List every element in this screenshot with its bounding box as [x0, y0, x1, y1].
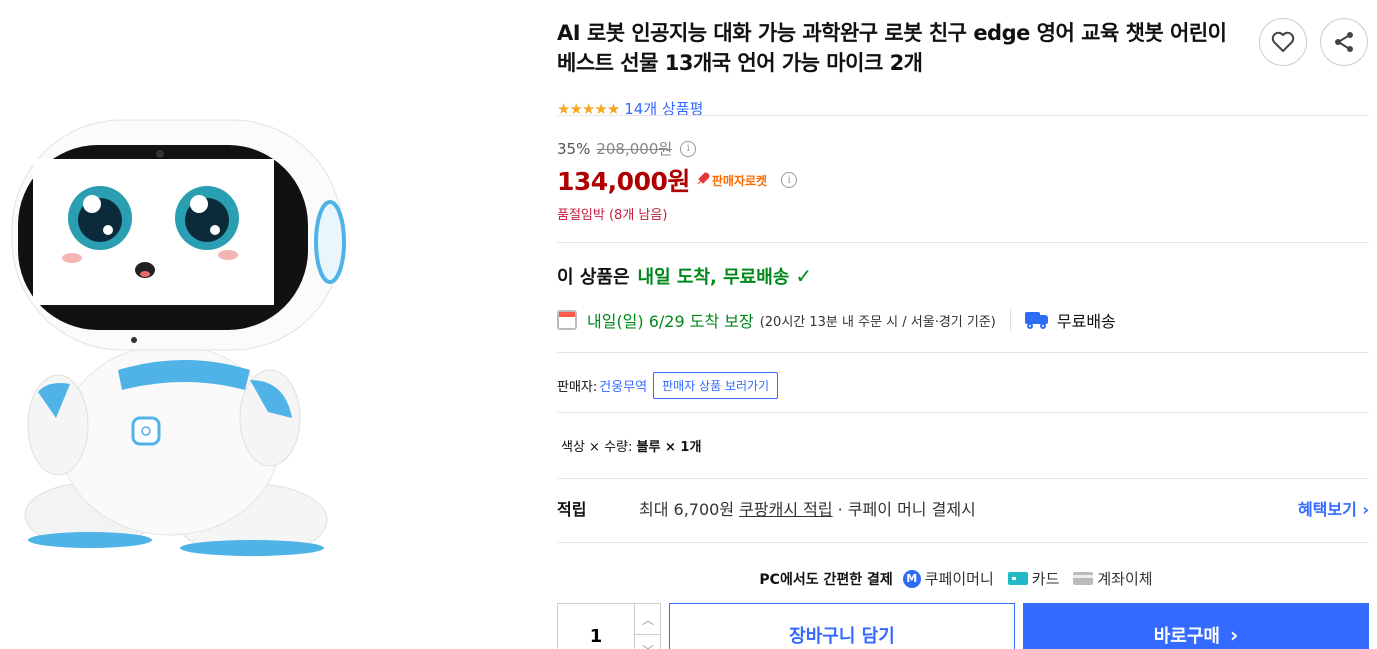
divider	[557, 115, 1369, 116]
arrival-note: (20시간 13분 내 주문 시 / 서울·경기 기준)	[759, 314, 996, 330]
reward-text: 최대 6,700원 쿠팡캐시 적립 · 쿠페이 머니 결제시	[639, 496, 976, 520]
check-icon: ✓	[795, 264, 813, 288]
arrival-date: 내일(일) 6/29 도착 보장	[587, 312, 754, 331]
option-label: 색상 × 수량:	[561, 440, 633, 455]
payment-card: 카드	[1007, 568, 1060, 589]
wishlist-button[interactable]	[1259, 18, 1307, 66]
coupay-money-icon: M	[902, 569, 921, 588]
sale-price: 134,000원	[557, 167, 690, 196]
reward-amount: 최대 6,700원	[639, 500, 735, 519]
robot-illustration	[11, 119, 346, 557]
discount-row: 35% 208,000원 i	[557, 138, 697, 159]
payment-coupay-money: M 쿠페이머니	[902, 568, 994, 589]
quantity-increase-button[interactable]: ︿	[634, 604, 661, 635]
product-title: AI 로봇 인공지능 대화 가능 과학완구 로봇 친구 edge 영어 교육 챗…	[557, 21, 1227, 75]
original-price: 208,000원	[596, 140, 673, 158]
seller-name-link[interactable]: 건웅무역	[599, 376, 647, 395]
quantity-input[interactable]	[558, 604, 634, 649]
heart-icon	[1271, 31, 1295, 52]
divider	[557, 542, 1369, 543]
divider	[557, 478, 1369, 479]
price-row: 134,000원 판매자로켓 i	[557, 162, 798, 198]
purchase-row: ︿ ﹀ 장바구니 담기 바로구매 ›	[557, 603, 1369, 649]
delivery-headline: 이 상품은 내일 도착, 무료배송 ✓	[557, 263, 812, 289]
reward-row: 적립 최대 6,700원 쿠팡캐시 적립 · 쿠페이 머니 결제시 혜택보기 ›	[557, 496, 1369, 520]
truck-icon	[1024, 312, 1049, 329]
stock-warning: 품절임박 (8개 남음)	[557, 208, 668, 223]
product-info-panel: AI 로봇 인공지능 대화 가능 과학완구 로봇 친구 edge 영어 교육 챗…	[557, 18, 1369, 649]
divider	[557, 242, 1369, 243]
payment-method-label: 카드	[1031, 570, 1060, 588]
title-row: AI 로봇 인공지능 대화 가능 과학완구 로봇 친구 edge 영어 교육 챗…	[557, 18, 1369, 80]
seller-products-button[interactable]: 판매자 상품 보러가기	[653, 372, 779, 399]
card-icon	[1007, 572, 1028, 585]
discount-rate: 35%	[557, 139, 591, 158]
divider	[557, 352, 1369, 353]
quantity-decrease-button[interactable]: ﹀	[634, 635, 661, 649]
separator	[1009, 309, 1011, 331]
share-icon	[1335, 32, 1353, 52]
delivery-detail: 내일(일) 6/29 도착 보장 (20시간 13분 내 주문 시 / 서울·경…	[557, 308, 1116, 332]
chevron-right-icon: ›	[1230, 623, 1239, 647]
payment-methods: PC에서도 간편한 결제 M 쿠페이머니 카드 계좌이체	[557, 568, 1369, 589]
bank-icon	[1073, 572, 1094, 585]
payment-title: PC에서도 간편한 결제	[759, 571, 893, 588]
divider	[557, 412, 1369, 413]
seller-label: 판매자:	[557, 380, 598, 395]
option-value: 블루 × 1개	[636, 440, 702, 455]
info-icon[interactable]: i	[781, 172, 798, 188]
buy-now-label: 바로구매	[1153, 626, 1220, 647]
buy-now-button[interactable]: 바로구매 ›	[1023, 603, 1369, 649]
add-to-cart-button[interactable]: 장바구니 담기	[669, 603, 1015, 649]
payment-method-label: 쿠페이머니	[924, 570, 994, 588]
seller-rocket-badge: 판매자로켓	[696, 171, 768, 189]
badge-label: 판매자로켓	[711, 173, 768, 188]
coupang-cash-link[interactable]: 쿠팡캐시 적립	[739, 500, 832, 519]
delivery-headline-highlight: 내일 도착, 무료배송	[637, 267, 790, 288]
payment-method-label: 계좌이체	[1097, 570, 1153, 588]
rocket-icon	[696, 171, 710, 189]
seller-row: 판매자: 건웅무역 판매자 상품 보러가기	[557, 372, 779, 399]
payment-bank-transfer: 계좌이체	[1073, 568, 1153, 589]
delivery-headline-prefix: 이 상품은	[557, 267, 630, 288]
selected-option: 색상 × 수량: 블루 × 1개	[561, 436, 701, 455]
info-icon[interactable]: i	[680, 140, 697, 157]
benefits-link[interactable]: 혜택보기 ›	[1298, 496, 1369, 520]
reward-condition: · 쿠페이 머니 결제시	[837, 500, 976, 519]
product-image[interactable]	[0, 100, 360, 570]
quantity-stepper: ︿ ﹀	[557, 603, 661, 649]
reward-label: 적립	[557, 500, 587, 519]
free-shipping-label: 무료배송	[1056, 312, 1116, 331]
share-button[interactable]	[1320, 18, 1368, 66]
calendar-icon	[557, 310, 577, 330]
